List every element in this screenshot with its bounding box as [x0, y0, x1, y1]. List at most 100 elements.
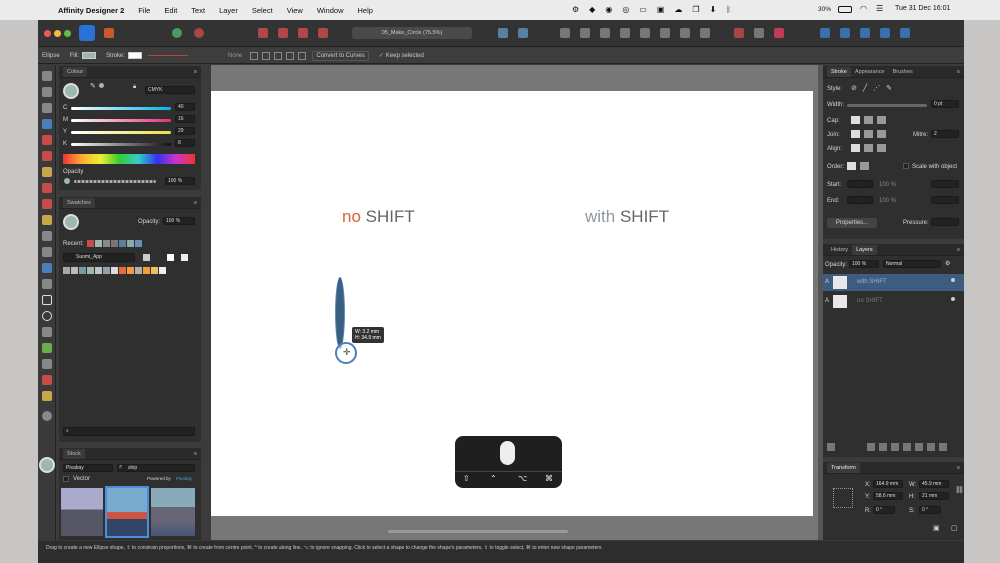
flip-h-icon[interactable] — [498, 28, 508, 38]
layer-row-no-shift[interactable]: A no SHIFT — [823, 293, 964, 310]
none-swatch-icon[interactable] — [167, 254, 174, 261]
colour-spectrum[interactable] — [63, 154, 195, 164]
designer-persona-icon[interactable] — [79, 25, 95, 41]
menu-layer[interactable]: Layer — [219, 6, 238, 15]
snap-a-icon[interactable] — [250, 51, 259, 60]
add-layer-icon[interactable] — [915, 443, 923, 451]
duplicate-layer-icon[interactable] — [927, 443, 935, 451]
swatch[interactable] — [103, 240, 110, 247]
brush-stroke-icon[interactable]: ✎ — [886, 84, 892, 92]
stroke-front-icon[interactable] — [847, 162, 856, 170]
snap-c-icon[interactable] — [274, 51, 283, 60]
white-swatch-icon[interactable] — [181, 254, 188, 261]
link-dimensions-icon[interactable]: ⛓ — [955, 486, 964, 494]
text-tool-icon[interactable] — [42, 359, 52, 369]
align-right-icon[interactable] — [600, 28, 610, 38]
swatch-colour-well[interactable] — [63, 214, 79, 230]
transform-options-icon[interactable]: ▢ — [951, 524, 958, 532]
end-arrow-select[interactable] — [847, 196, 873, 204]
distribute-2-icon[interactable] — [700, 28, 710, 38]
pressure-graph[interactable] — [931, 218, 959, 226]
layer-opacity-value[interactable]: 100 % — [849, 260, 879, 268]
zoom-window-button[interactable] — [64, 30, 71, 37]
transparency-tool-icon[interactable] — [42, 391, 52, 401]
channel-y-value[interactable]: 29 — [175, 127, 195, 135]
boolean-intersect-icon[interactable] — [860, 28, 870, 38]
tab-brushes[interactable]: Brushes — [889, 67, 917, 77]
panel-menu-icon[interactable]: ≡ — [957, 69, 960, 75]
node-tool-icon[interactable] — [42, 103, 52, 113]
cloud-icon[interactable]: ☁ — [674, 5, 682, 14]
panel-menu-icon[interactable]: ≡ — [194, 69, 197, 75]
wifi-icon[interactable]: ◠ — [860, 4, 867, 13]
close-window-button[interactable] — [44, 30, 51, 37]
transform-tab[interactable]: Transform — [827, 462, 860, 473]
round-cap-icon[interactable] — [864, 116, 873, 124]
stock-image-tall-ship[interactable] — [61, 488, 103, 536]
pencil-tool-icon[interactable] — [42, 167, 52, 177]
swatch[interactable] — [95, 240, 102, 247]
align-outside-stroke-icon[interactable] — [877, 144, 886, 152]
fill-tool-icon[interactable] — [42, 199, 52, 209]
opacity-value[interactable]: 100 % — [165, 177, 195, 185]
y-value[interactable]: 58.6 mm — [873, 492, 903, 500]
bluetooth-icon[interactable]: ᛒ — [726, 5, 731, 14]
menu-text[interactable]: Text — [191, 6, 205, 15]
vector-brush-tool-icon[interactable] — [42, 183, 52, 193]
tab-stroke[interactable]: Stroke — [827, 66, 851, 77]
mask-icon[interactable] — [867, 443, 875, 451]
snap-b-icon[interactable] — [262, 51, 271, 60]
dashed-line-icon[interactable]: ⋰ — [873, 84, 880, 92]
group-icon[interactable] — [903, 443, 911, 451]
snap-e-icon[interactable] — [298, 51, 307, 60]
pixel-persona-icon[interactable] — [104, 28, 114, 38]
lock-icon[interactable]: 🔒︎ — [133, 84, 136, 91]
adjustment-icon[interactable] — [891, 443, 899, 451]
swatches-tab[interactable]: Swatches — [63, 197, 95, 208]
channel-c-value[interactable]: 40 — [175, 103, 195, 111]
layer-settings-icon[interactable]: ⚙ — [945, 260, 950, 267]
pixabay-link[interactable]: Pixabay — [176, 476, 192, 481]
magnet-icon[interactable] — [774, 28, 784, 38]
swatch[interactable] — [103, 267, 110, 274]
tab-history[interactable]: History — [827, 245, 852, 255]
swatch[interactable] — [111, 267, 118, 274]
shape-tool-icon[interactable] — [42, 327, 52, 337]
snap-2-icon[interactable] — [278, 28, 288, 38]
fx-icon[interactable] — [879, 443, 887, 451]
swatch[interactable] — [127, 267, 134, 274]
tab-layers[interactable]: Layers — [852, 244, 877, 255]
h-value[interactable]: 21 mm — [919, 492, 949, 500]
stroke-behind-icon[interactable] — [860, 162, 869, 170]
drawn-ellipse[interactable] — [335, 277, 345, 349]
snap-icon[interactable] — [258, 28, 268, 38]
stock-search-input[interactable]: ship — [117, 464, 195, 472]
settings-icon[interactable] — [194, 28, 204, 38]
palette-grid-icon[interactable] — [143, 254, 150, 261]
mitre-value[interactable]: 2 — [931, 130, 959, 138]
round-join-icon[interactable] — [864, 130, 873, 138]
snap-d-icon[interactable] — [286, 51, 295, 60]
color-picker-tool-icon[interactable] — [42, 375, 52, 385]
swatch-search[interactable]: ⌕ — [63, 427, 195, 436]
swatch[interactable] — [87, 267, 94, 274]
brush-tool-icon[interactable] — [42, 215, 52, 225]
no-stroke-icon[interactable]: ⊘ — [851, 84, 857, 92]
width-slider[interactable] — [847, 104, 927, 107]
width-value[interactable]: 0 pt — [931, 100, 959, 108]
record-icon[interactable]: ◉ — [605, 5, 612, 14]
snap-4-icon[interactable] — [318, 28, 328, 38]
anchor-selector[interactable] — [833, 488, 853, 508]
stock-tab[interactable]: Stock — [63, 448, 85, 459]
channel-k-value[interactable]: 8 — [175, 139, 195, 147]
align-center-icon[interactable] — [580, 28, 590, 38]
swatch[interactable] — [143, 267, 150, 274]
transform-origin-icon[interactable]: ▣ — [933, 524, 940, 532]
stock-image-cargo-ship[interactable] — [105, 486, 149, 538]
channel-k-slider[interactable] — [71, 143, 171, 146]
circle-icon[interactable]: ◎ — [622, 5, 629, 14]
align-center-stroke-icon[interactable] — [851, 144, 860, 152]
blend-mode-select[interactable]: Normal — [883, 260, 941, 268]
channel-m-value[interactable]: 16 — [175, 115, 195, 123]
end-swap-buttons[interactable] — [931, 196, 959, 204]
